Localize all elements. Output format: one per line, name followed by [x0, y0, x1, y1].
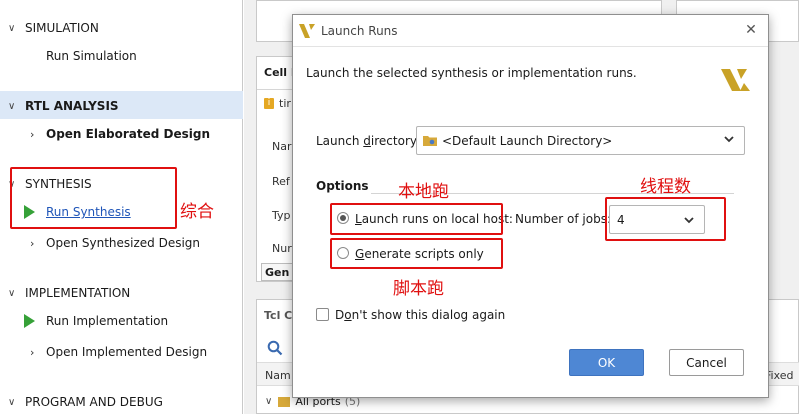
- cell-properties-pane: Cell I i tir Nar Ref Typ Nur Gen: [256, 56, 297, 282]
- info-icon: i: [264, 98, 274, 109]
- open-synthesized-design-label: Open Synthesized Design: [46, 236, 201, 250]
- synthesis-annotation: 综合: [180, 202, 214, 222]
- local-annotation: 本地跑: [398, 182, 449, 202]
- section-header-label: RTL ANALYSIS: [25, 99, 119, 113]
- section-implementation[interactable]: ∨ IMPLEMENTATION: [8, 286, 130, 300]
- run-implementation-label: Run Implementation: [46, 314, 169, 328]
- run-implementation-item[interactable]: Run Implementation: [24, 314, 168, 328]
- jobs-label: Number of jobs:: [515, 212, 611, 226]
- chevron-right-icon: ›: [30, 127, 35, 141]
- chevron-right-icon: ›: [30, 236, 35, 250]
- search-icon[interactable]: [267, 340, 283, 356]
- ok-button[interactable]: OK: [569, 349, 644, 376]
- dialog-description: Launch the selected synthesis or impleme…: [306, 66, 637, 80]
- column-fixed-header[interactable]: Fixed: [765, 369, 794, 382]
- section-rtl-analysis[interactable]: ∨ RTL ANALYSIS: [8, 99, 119, 113]
- scripts-annotation: 脚本跑: [393, 279, 444, 299]
- threads-annotation: 线程数: [640, 177, 691, 197]
- options-header: Options: [316, 179, 369, 193]
- folder-icon: [423, 136, 437, 146]
- chevron-down-icon[interactable]: ∨: [8, 288, 20, 299]
- jobs-highlight-box: [605, 197, 726, 241]
- chevron-down-icon[interactable]: ∨: [8, 23, 20, 34]
- section-header-label: PROGRAM AND DEBUG: [25, 395, 163, 409]
- prop-num-label: Nur: [272, 242, 292, 255]
- column-name-header[interactable]: Nam: [265, 369, 291, 382]
- section-simulation[interactable]: ∨ SIMULATION: [8, 21, 99, 35]
- chevron-down-icon[interactable]: ∨: [8, 397, 20, 408]
- prop-ref-label: Ref: [272, 175, 290, 188]
- chevron-down-icon[interactable]: ∨: [8, 101, 20, 112]
- scripts-highlight-box: [330, 238, 503, 269]
- open-implemented-design-item[interactable]: › Open Implemented Design: [30, 345, 207, 359]
- section-program-debug[interactable]: ∨ PROGRAM AND DEBUG: [8, 395, 163, 409]
- tcl-console-tab[interactable]: Tcl C: [264, 309, 292, 322]
- vivado-logo-icon: [299, 24, 315, 38]
- open-synthesized-design-item[interactable]: › Open Synthesized Design: [30, 236, 200, 250]
- general-tab[interactable]: Gen: [261, 263, 295, 281]
- dialog-title-bar[interactable]: Launch Runs ✕: [293, 15, 768, 47]
- launch-directory-select[interactable]: <Default Launch Directory>: [416, 126, 745, 155]
- synthesis-highlight-box: [10, 167, 177, 229]
- chevron-right-icon: ›: [30, 345, 35, 359]
- cancel-button[interactable]: Cancel: [669, 349, 744, 376]
- chevron-down-icon[interactable]: ∨: [265, 396, 272, 407]
- divider: [257, 89, 297, 90]
- open-elaborated-design-label: Open Elaborated Design: [46, 127, 211, 141]
- dont-show-label[interactable]: Don't show this dialog again: [335, 308, 505, 322]
- cell-row-label: tir: [279, 97, 291, 110]
- play-icon: [24, 314, 35, 328]
- open-implemented-design-label: Open Implemented Design: [46, 345, 208, 359]
- close-icon[interactable]: ✕: [742, 21, 760, 39]
- prop-name-label: Nar: [272, 140, 292, 153]
- dialog-title: Launch Runs: [321, 24, 398, 38]
- launch-directory-value: <Default Launch Directory>: [442, 133, 613, 148]
- local-host-highlight-box: [330, 203, 503, 235]
- section-header-label: SIMULATION: [25, 21, 99, 35]
- dont-show-checkbox[interactable]: [316, 308, 329, 321]
- prop-type-label: Typ: [272, 209, 291, 222]
- section-header-label: IMPLEMENTATION: [25, 286, 131, 300]
- open-elaborated-design-item[interactable]: › Open Elaborated Design: [30, 127, 210, 141]
- launch-directory-label: Launch directory:: [316, 134, 421, 148]
- run-simulation-item[interactable]: Run Simulation: [46, 49, 137, 63]
- cell-properties-tab[interactable]: Cell I: [264, 66, 295, 79]
- folder-icon: [278, 396, 291, 407]
- vivado-logo-icon: [721, 69, 750, 91]
- chevron-down-icon[interactable]: [722, 132, 736, 146]
